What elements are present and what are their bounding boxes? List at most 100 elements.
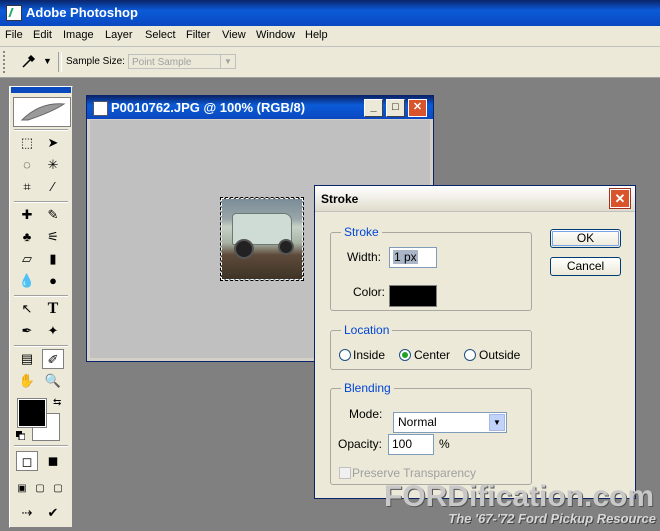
photoshop-feather-logo[interactable] (13, 97, 71, 127)
dialog-titlebar[interactable]: Stroke ✕ (315, 186, 635, 212)
options-separator (58, 52, 62, 72)
close-dialog-button[interactable]: ✕ (609, 188, 631, 209)
clone-stamp-icon[interactable]: ♣ (16, 227, 38, 247)
quick-mask-icon[interactable]: ◼ (42, 451, 64, 471)
chevron-down-icon: ▼ (489, 414, 505, 431)
chevron-down-icon: ▼ (220, 55, 235, 68)
screen-mode-standard-icon[interactable]: ▣ (13, 479, 31, 499)
menu-image[interactable]: Image (63, 29, 94, 41)
stroke-group-label: Stroke (341, 225, 382, 239)
watermark-logo: FORDification.com (383, 480, 654, 513)
history-brush-icon[interactable]: ⚟ (42, 227, 64, 247)
blend-mode-value: Normal (398, 415, 437, 429)
notes-icon[interactable]: ▤ (16, 349, 38, 369)
eyedropper-tool-icon[interactable]: ✐ (42, 349, 64, 369)
cancel-button[interactable]: Cancel (550, 257, 621, 276)
screen-mode-menubar-icon[interactable]: ▢ (31, 479, 49, 499)
menu-window[interactable]: Window (256, 29, 295, 41)
marquee-icon[interactable]: ⬚ (16, 133, 38, 153)
location-outside-label[interactable]: Outside (479, 348, 520, 362)
document-icon (93, 101, 108, 116)
gradient-icon[interactable]: ▮ (42, 249, 64, 269)
maximize-button[interactable]: □ (386, 99, 405, 117)
brush-icon[interactable]: ✎ (42, 205, 64, 225)
blending-group: Blending Mode: Normal ▼ Opacity: 100 % P… (330, 381, 532, 485)
menu-file[interactable]: File (5, 29, 23, 41)
stroke-dialog: Stroke ✕ Stroke Width: 1 px Color: Locat… (314, 185, 636, 499)
healing-brush-icon[interactable]: ✚ (16, 205, 38, 225)
minimize-button[interactable]: _ (364, 99, 383, 117)
close-document-button[interactable]: ✕ (408, 99, 427, 117)
screen-mode-full-icon[interactable]: ▢ (49, 479, 67, 499)
opacity-input[interactable]: 100 (388, 434, 434, 455)
sample-size-select[interactable]: Point Sample ▼ (128, 54, 236, 69)
toolbox-divider (14, 201, 68, 203)
toolbox-titlebar[interactable] (11, 87, 71, 93)
location-group-label: Location (341, 323, 393, 337)
tool-preset-dropdown-icon[interactable]: ▼ (43, 56, 52, 66)
swap-colors-icon[interactable]: ⇆ (53, 397, 61, 408)
watermark-tagline: The '67-'72 Ford Pickup Resource (448, 511, 656, 526)
width-input[interactable]: 1 px (389, 247, 437, 268)
width-value: 1 px (393, 250, 418, 264)
truck-front-wheel (234, 239, 254, 259)
dodge-icon[interactable]: ● (42, 271, 64, 291)
hand-icon[interactable]: ✋ (16, 371, 38, 391)
blend-mode-select[interactable]: Normal ▼ (393, 412, 507, 433)
magic-wand-icon[interactable]: ✳ (42, 155, 64, 175)
menu-help[interactable]: Help (305, 29, 328, 41)
location-center-label[interactable]: Center (414, 348, 450, 362)
toolbox-divider (14, 295, 68, 297)
truck-photo-image[interactable] (220, 197, 304, 281)
opacity-label: Opacity: (338, 437, 383, 451)
stroke-group: Stroke Width: 1 px Color: (330, 225, 532, 311)
type-icon[interactable]: T (42, 299, 64, 319)
eraser-icon[interactable]: ▱ (16, 249, 38, 269)
document-title: P0010762.JPG @ 100% (RGB/8) (111, 100, 306, 115)
photoshop-app-icon (6, 5, 22, 21)
menu-view[interactable]: View (222, 29, 246, 41)
dialog-title: Stroke (321, 192, 359, 206)
options-bar-grip[interactable] (3, 51, 9, 73)
menu-edit[interactable]: Edit (33, 29, 52, 41)
location-inside-radio[interactable] (339, 349, 351, 361)
location-outside-radio[interactable] (464, 349, 476, 361)
lasso-icon[interactable]: ◌ (16, 155, 38, 175)
move-icon[interactable]: ➤ (42, 133, 64, 153)
crop-icon[interactable]: ⌗ (16, 177, 38, 197)
opacity-unit: % (439, 437, 450, 451)
slice-icon[interactable]: ⁄ (42, 177, 64, 197)
color-label: Color: (353, 285, 386, 299)
location-group: Location Inside Center Outside (330, 323, 532, 370)
location-center-radio[interactable] (399, 349, 411, 361)
preserve-transparency-label: Preserve Transparency (352, 466, 477, 480)
toolbox: ⬚ ➤ ◌ ✳ ⌗ ⁄ ✚ ✎ ♣ ⚟ ▱ ▮ 💧 ● ↖ T ✒ ✦ ▤ ✐ … (9, 86, 73, 528)
eyedropper-icon[interactable] (20, 54, 36, 70)
toolbox-divider (14, 345, 68, 347)
menu-bar: File Edit Image Layer Select Filter View… (0, 26, 660, 47)
foreground-color-swatch[interactable] (17, 398, 47, 428)
menu-layer[interactable]: Layer (105, 29, 133, 41)
standard-mode-icon[interactable]: ◻ (16, 451, 38, 471)
path-selection-icon[interactable]: ↖ (16, 299, 38, 319)
pen-icon[interactable]: ✒ (16, 321, 38, 341)
custom-shape-icon[interactable]: ✦ (42, 321, 64, 341)
toolbox-divider (14, 129, 68, 131)
truck-rear-wheel (278, 239, 294, 255)
ok-button[interactable]: OK (550, 229, 621, 248)
edit-imageready-icon[interactable]: ✔ (42, 503, 64, 523)
stroke-color-swatch[interactable] (389, 285, 437, 307)
preserve-transparency-checkbox[interactable] (339, 467, 351, 479)
blur-icon[interactable]: 💧 (16, 271, 38, 291)
location-inside-label[interactable]: Inside (353, 348, 385, 362)
jump-to-imageready-icon[interactable]: ⇢ (16, 503, 38, 523)
document-titlebar[interactable]: P0010762.JPG @ 100% (RGB/8) _ □ ✕ (87, 96, 433, 119)
options-bar: ▼ Sample Size: Point Sample ▼ (0, 47, 660, 78)
default-colors-icon[interactable] (16, 431, 25, 440)
menu-select[interactable]: Select (145, 29, 176, 41)
zoom-icon[interactable]: 🔍 (42, 371, 64, 391)
width-label: Width: (347, 250, 382, 264)
blending-group-label: Blending (341, 381, 394, 395)
menu-filter[interactable]: Filter (186, 29, 210, 41)
toolbox-divider (14, 445, 68, 447)
